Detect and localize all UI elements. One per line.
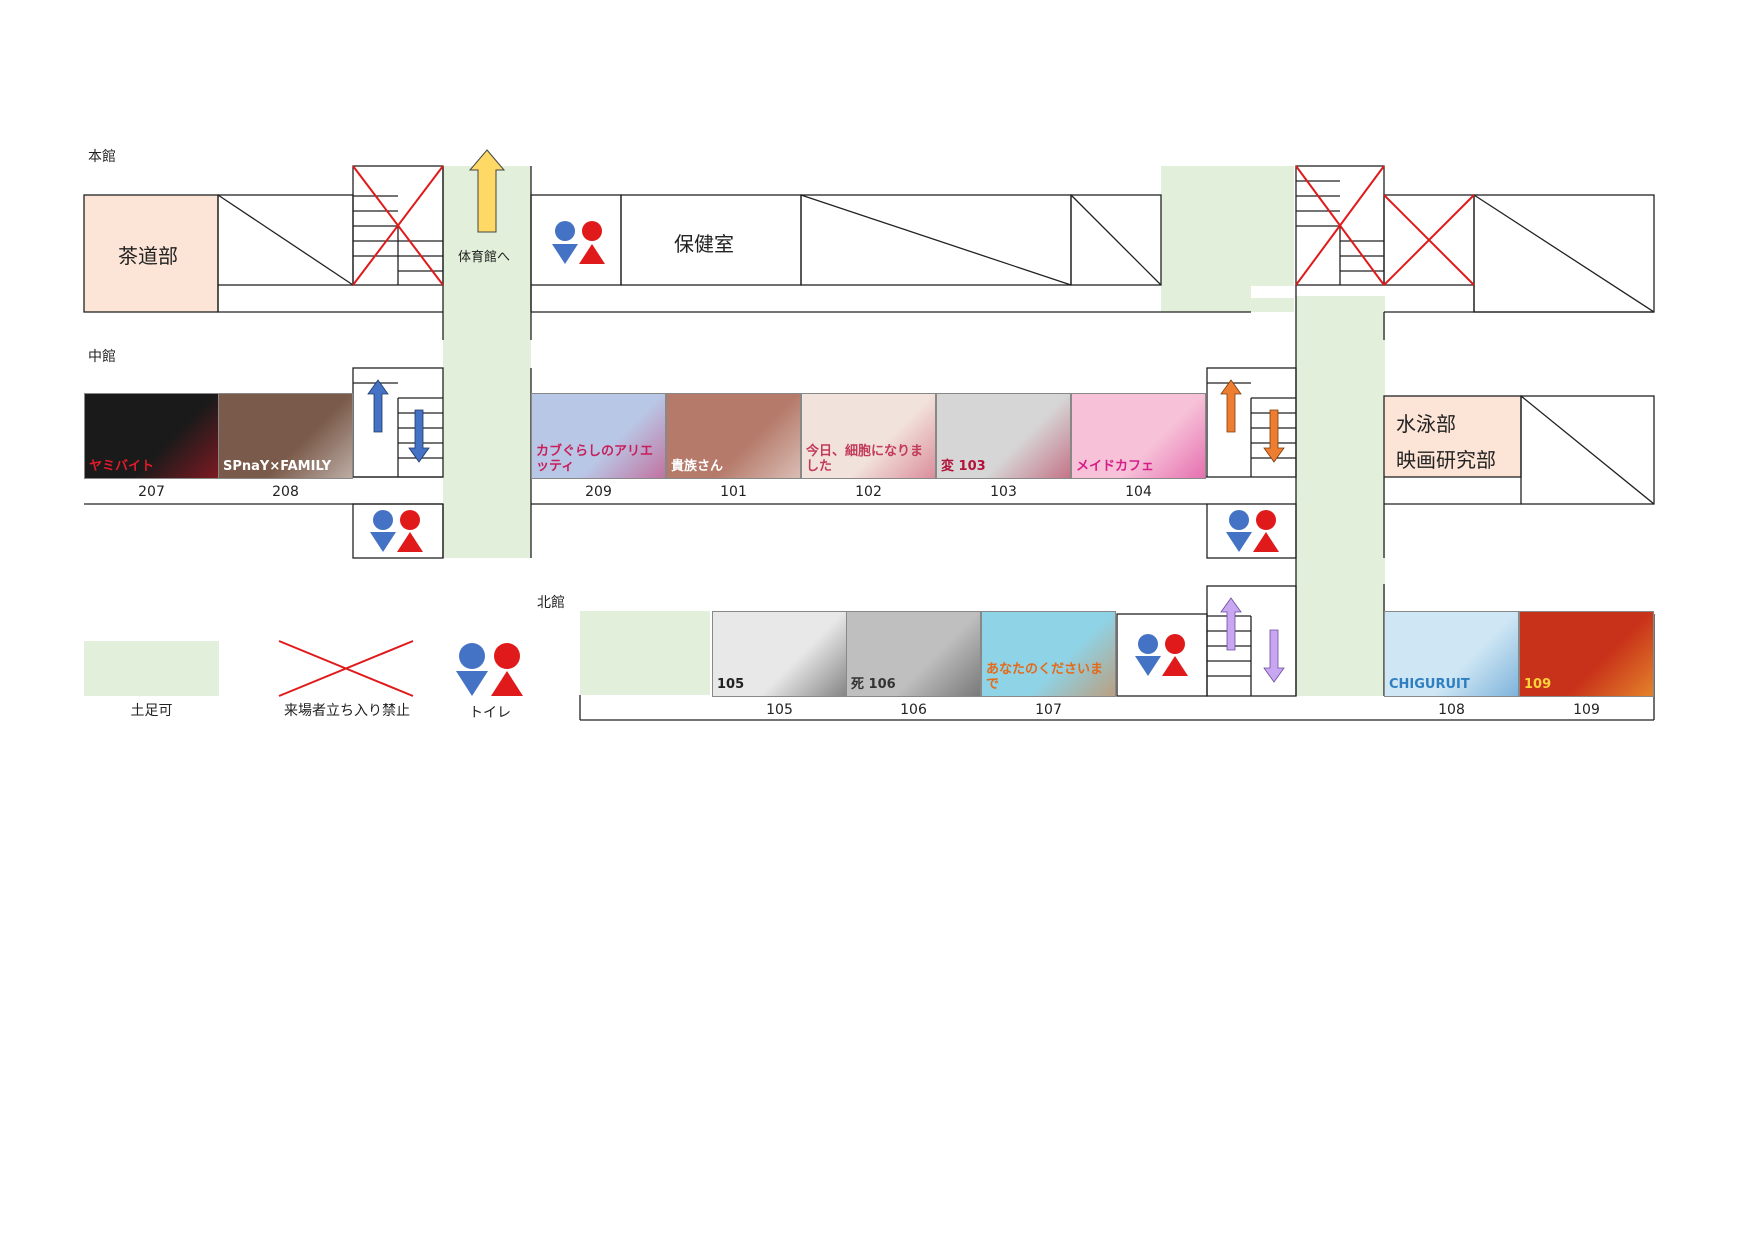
middle-room-number-208: 208 bbox=[272, 484, 299, 500]
room-film-club: 映画研究部 bbox=[1396, 448, 1496, 472]
middle-room-number-207: 207 bbox=[138, 484, 165, 500]
north-room-number-107: 107 bbox=[1035, 702, 1062, 718]
middle-poster-caption-103: 変 103 bbox=[941, 458, 986, 474]
middle-poster-caption-209: カブぐらしのアリエッティ bbox=[536, 444, 654, 474]
middle-poster-209: カブぐらしのアリエッティ bbox=[531, 393, 666, 479]
toilet-icon bbox=[456, 643, 523, 696]
middle-poster-104: メイドカフェ bbox=[1071, 393, 1206, 479]
middle-poster-103: 変 103 bbox=[936, 393, 1071, 479]
middle-poster-caption-101: 貴族さん bbox=[671, 458, 724, 474]
middle-room-number-104: 104 bbox=[1125, 484, 1152, 500]
middle-poster-102: 今日、細胞になりました bbox=[801, 393, 936, 479]
middle-room-number-101: 101 bbox=[720, 484, 747, 500]
north-poster-caption-108: CHIGURUIT bbox=[1389, 676, 1470, 692]
legend-no-entry: 来場者立ち入り禁止 bbox=[284, 703, 410, 719]
north-room-number-108: 108 bbox=[1438, 702, 1465, 718]
legend-shoes-ok-swatch bbox=[84, 641, 219, 696]
room-tea-club: 茶道部 bbox=[118, 244, 178, 268]
building-label-main: 本館 bbox=[88, 149, 116, 165]
north-poster-106: 死 106 bbox=[846, 611, 981, 697]
room-swim-club: 水泳部 bbox=[1396, 412, 1456, 436]
legend-shoes-ok: 土足可 bbox=[130, 703, 173, 719]
middle-room-number-103: 103 bbox=[990, 484, 1017, 500]
room-infirmary: 保健室 bbox=[674, 232, 734, 256]
middle-poster-caption-207: ヤミバイト bbox=[89, 458, 155, 474]
toilet-icon bbox=[1226, 510, 1279, 552]
north-poster-caption-107: あなたのくださいまで bbox=[986, 662, 1104, 692]
no-entry-icon bbox=[278, 640, 414, 697]
toilet-icon bbox=[370, 510, 423, 552]
middle-poster-caption-102: 今日、細胞になりました bbox=[806, 444, 924, 474]
arrow-down-icon bbox=[1263, 409, 1285, 463]
north-poster-107: あなたのくださいまで bbox=[981, 611, 1116, 697]
north-poster-109: 109 bbox=[1519, 611, 1654, 697]
legend-toilet: トイレ bbox=[469, 705, 511, 721]
middle-poster-caption-208: SPnaY×FAMILY bbox=[223, 458, 332, 474]
north-room-number-109: 109 bbox=[1573, 702, 1600, 718]
building-label-north: 北館 bbox=[537, 595, 565, 611]
north-poster-108: CHIGURUIT bbox=[1384, 611, 1519, 697]
arrow-up-icon bbox=[367, 379, 389, 433]
north-poster-105: 105 bbox=[712, 611, 847, 697]
middle-poster-208: SPnaY×FAMILY bbox=[218, 393, 353, 479]
arrow-down-icon bbox=[1263, 629, 1285, 683]
middle-poster-caption-104: メイドカフェ bbox=[1076, 458, 1155, 474]
middle-poster-101: 貴族さん bbox=[666, 393, 801, 479]
north-poster-caption-106: 死 106 bbox=[851, 676, 896, 692]
middle-room-number-209: 209 bbox=[585, 484, 612, 500]
arrow-down-icon bbox=[408, 409, 430, 463]
middle-poster-207: ヤミバイト bbox=[84, 393, 219, 479]
building-label-middle: 中館 bbox=[88, 349, 116, 365]
north-poster-caption-105: 105 bbox=[717, 676, 745, 692]
to-gym-label: 体育館へ bbox=[458, 250, 511, 265]
north-room-number-106: 106 bbox=[900, 702, 927, 718]
arrow-up-icon bbox=[1220, 597, 1242, 651]
toilet-icon bbox=[552, 221, 605, 264]
toilet-icon bbox=[1135, 634, 1188, 676]
arrow-up-icon bbox=[1220, 379, 1242, 433]
north-poster-caption-109: 109 bbox=[1524, 676, 1552, 692]
north-room-number-105: 105 bbox=[766, 702, 793, 718]
middle-room-number-102: 102 bbox=[855, 484, 882, 500]
